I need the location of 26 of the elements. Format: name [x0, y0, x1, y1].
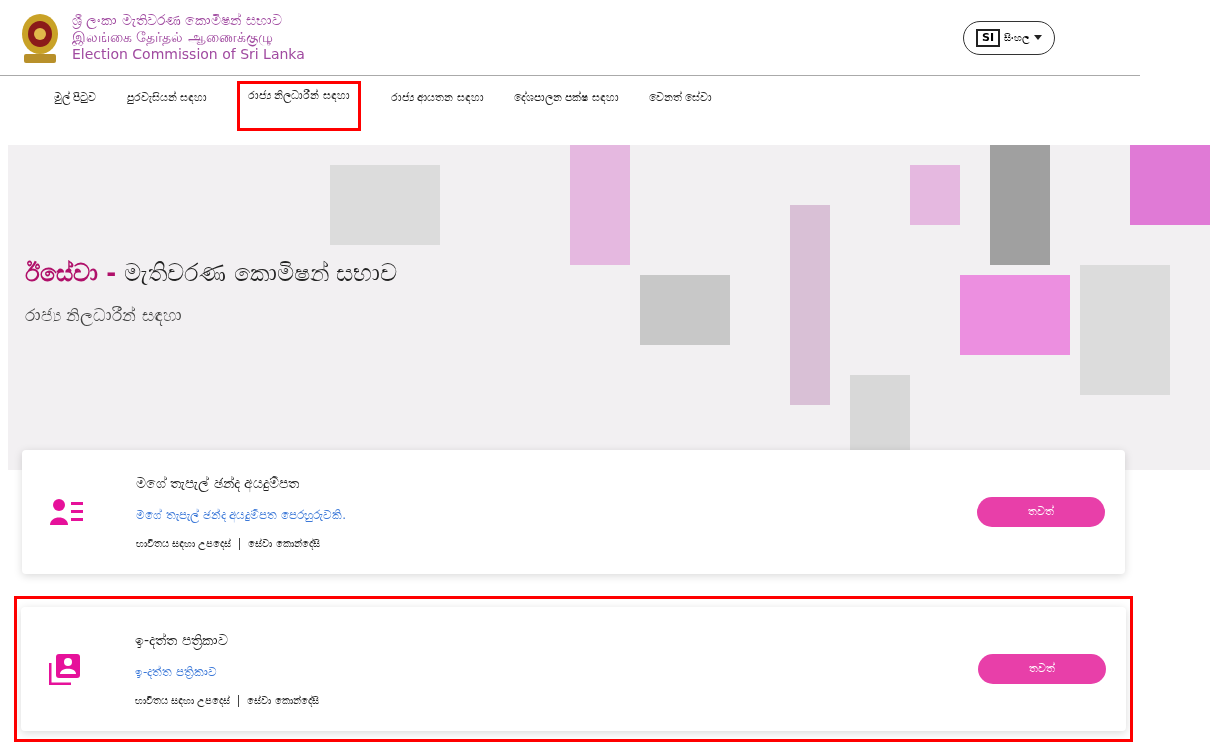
- more-button[interactable]: තවත්: [978, 654, 1106, 684]
- footer-link[interactable]: සේවා කොන්දේසි: [247, 693, 319, 708]
- card-title: මගේ තැපැල් ඡන්ද අයදුම්පත: [136, 474, 301, 494]
- card-link[interactable]: මගේ තැපැල් ඡන්ද අයදුම්පත පෙරහුරුවකි.: [136, 506, 977, 524]
- hero-title: ඊසේවා - මැතිවරණ කොමිෂන් සභාව: [25, 257, 399, 289]
- footer-link[interactable]: භාවිතය සඳහා උපදෙස්: [135, 693, 231, 708]
- more-button[interactable]: තවත්: [977, 497, 1105, 527]
- hero-subtitle: රාජ්‍ය නිලධාරීන් සඳහා: [25, 303, 183, 328]
- profile-stack-icon: [49, 653, 81, 685]
- footer-link[interactable]: භාවිතය සඳහා උපදෙස්: [136, 536, 232, 551]
- logo-text: இலங்கை தேர்தல் ஆணைக்குழு: [72, 29, 274, 46]
- caret-icon: [1034, 35, 1042, 40]
- emblem-icon: [20, 11, 60, 64]
- person-list-icon: [50, 498, 84, 526]
- logo-text: Election Commission of Sri Lanka: [72, 46, 305, 63]
- footer-link[interactable]: සේවා කොන්දේසි: [248, 536, 320, 551]
- logo-text: ශ්‍රී ලංකා මැතිවරණ කොමිෂන් සභාව: [72, 12, 283, 29]
- language-code: SI: [976, 28, 1000, 47]
- nav-link[interactable]: රාජ්‍ය නිලධාරීන් සඳහා: [237, 81, 361, 131]
- nav-link[interactable]: වෙනත් සේවා: [649, 89, 713, 107]
- card-link[interactable]: ඉ-දත්ත පත්‍රිකාව: [135, 663, 978, 681]
- nav-link[interactable]: දේශපාලන පක්ෂ සඳහා: [514, 89, 619, 107]
- nav-link[interactable]: පුරවැසියන් සඳහා: [126, 89, 207, 107]
- card-title: ඉ-දත්ත පත්‍රිකාව: [135, 631, 229, 651]
- nav-link[interactable]: මුල් පිටුව: [54, 89, 97, 107]
- nav-link[interactable]: රාජ්‍ය ආයතන සඳහා: [391, 89, 484, 107]
